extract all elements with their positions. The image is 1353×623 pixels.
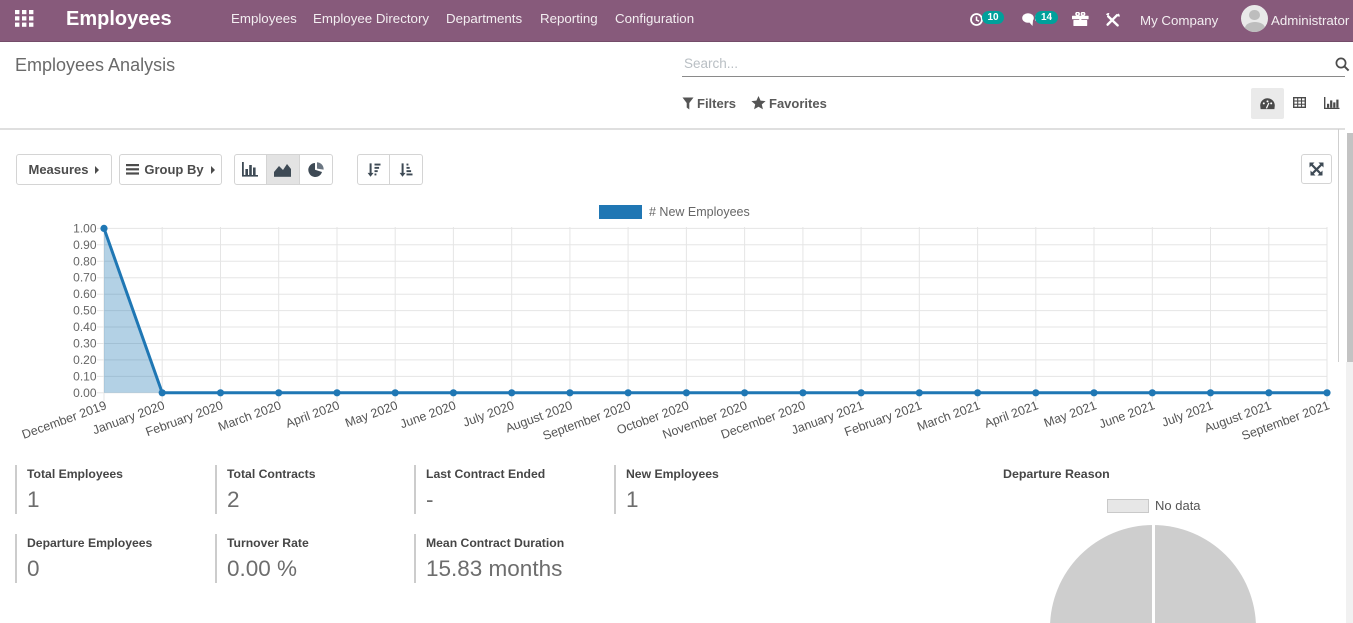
svg-text:0.10: 0.10 (73, 369, 97, 383)
svg-text:June 2021: June 2021 (1097, 398, 1157, 431)
svg-text:1.00: 1.00 (73, 221, 97, 235)
svg-text:0.60: 0.60 (73, 287, 97, 301)
svg-text:June 2020: June 2020 (398, 398, 458, 431)
svg-text:0.40: 0.40 (73, 320, 97, 334)
svg-text:May 2021: May 2021 (1042, 398, 1098, 430)
svg-text:March 2020: March 2020 (216, 398, 283, 434)
svg-text:April 2021: April 2021 (983, 398, 1041, 430)
svg-text:0.80: 0.80 (73, 254, 97, 268)
svg-text:May 2020: May 2020 (343, 398, 399, 430)
svg-text:0.50: 0.50 (73, 304, 97, 318)
svg-text:0.30: 0.30 (73, 337, 97, 351)
svg-text:0.00: 0.00 (73, 386, 97, 400)
svg-text:March 2021: March 2021 (915, 398, 982, 434)
svg-text:0.20: 0.20 (73, 353, 97, 367)
svg-text:April 2020: April 2020 (284, 398, 342, 430)
svg-text:0.70: 0.70 (73, 271, 97, 285)
svg-text:0.90: 0.90 (73, 238, 97, 252)
